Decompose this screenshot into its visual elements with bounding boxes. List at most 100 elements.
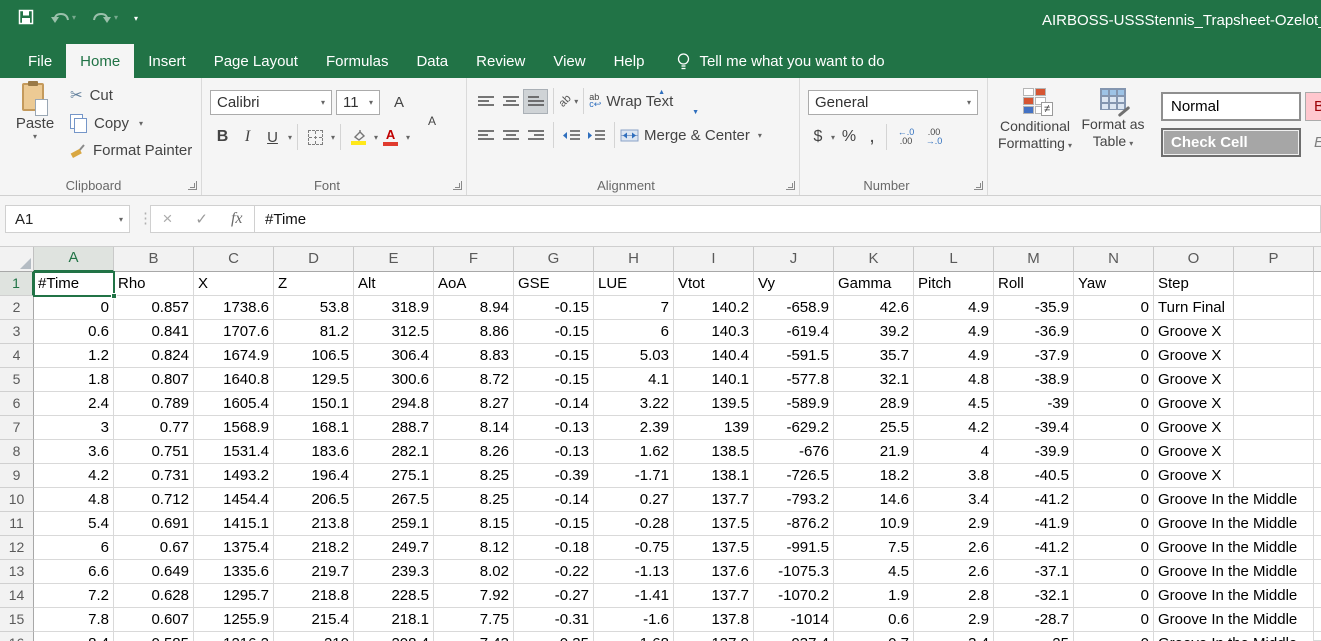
- cell-E3[interactable]: 312.5: [354, 320, 434, 344]
- cell-D1[interactable]: Z: [274, 272, 354, 296]
- cell-K1[interactable]: Gamma: [834, 272, 914, 296]
- row-header-14[interactable]: 14: [0, 584, 34, 608]
- cell-M5[interactable]: -38.9: [994, 368, 1074, 392]
- cell-A12[interactable]: 6: [34, 536, 114, 560]
- font-color-dropdown[interactable]: ▾: [406, 133, 410, 142]
- cell-C7[interactable]: 1568.9: [194, 416, 274, 440]
- tell-me-box[interactable]: Tell me what you want to do: [676, 44, 884, 78]
- cell-K16[interactable]: -0.7: [834, 632, 914, 641]
- cell-B3[interactable]: 0.841: [114, 320, 194, 344]
- name-box-dropdown-icon[interactable]: ▾: [119, 215, 123, 224]
- column-header-C[interactable]: C: [194, 247, 274, 272]
- row-header-9[interactable]: 9: [0, 464, 34, 488]
- cell-A5[interactable]: 1.8: [34, 368, 114, 392]
- cell-N1[interactable]: Yaw: [1074, 272, 1154, 296]
- cell-B1[interactable]: Rho: [114, 272, 194, 296]
- cell-O11[interactable]: Groove In the Middle: [1154, 512, 1234, 536]
- cell-M2[interactable]: -35.9: [994, 296, 1074, 320]
- cell-D3[interactable]: 81.2: [274, 320, 354, 344]
- number-format-select[interactable]: General▾: [808, 90, 978, 115]
- font-color-button[interactable]: A: [378, 125, 403, 150]
- select-all-corner[interactable]: [0, 247, 34, 272]
- cell-O16[interactable]: Groove In the Middle: [1154, 632, 1234, 641]
- cell-G12[interactable]: -0.18: [514, 536, 594, 560]
- cell-F6[interactable]: 8.27: [434, 392, 514, 416]
- cell-H15[interactable]: -1.6: [594, 608, 674, 632]
- cell-I4[interactable]: 140.4: [674, 344, 754, 368]
- cell-A8[interactable]: 3.6: [34, 440, 114, 464]
- cell-I9[interactable]: 138.1: [674, 464, 754, 488]
- cell-F15[interactable]: 7.75: [434, 608, 514, 632]
- column-header-O[interactable]: O: [1154, 247, 1234, 272]
- italic-button[interactable]: I: [235, 125, 260, 150]
- cell-E7[interactable]: 288.7: [354, 416, 434, 440]
- cell-J10[interactable]: -793.2: [754, 488, 834, 512]
- cell-A6[interactable]: 2.4: [34, 392, 114, 416]
- cell-L1[interactable]: Pitch: [914, 272, 994, 296]
- cell-K7[interactable]: 25.5: [834, 416, 914, 440]
- format-painter-button[interactable]: Format Painter: [70, 142, 192, 159]
- cell-E12[interactable]: 249.7: [354, 536, 434, 560]
- cell-F12[interactable]: 8.12: [434, 536, 514, 560]
- cell-M16[interactable]: -25: [994, 632, 1074, 641]
- cell-E8[interactable]: 282.1: [354, 440, 434, 464]
- tab-insert[interactable]: Insert: [134, 44, 200, 78]
- cell-A14[interactable]: 7.2: [34, 584, 114, 608]
- cell-N10[interactable]: 0: [1074, 488, 1154, 512]
- cell-L13[interactable]: 2.6: [914, 560, 994, 584]
- cell-I13[interactable]: 137.6: [674, 560, 754, 584]
- cell-H2[interactable]: 7: [594, 296, 674, 320]
- cell-J14[interactable]: -1070.2: [754, 584, 834, 608]
- cell-E13[interactable]: 239.3: [354, 560, 434, 584]
- cell-B4[interactable]: 0.824: [114, 344, 194, 368]
- cell-E9[interactable]: 275.1: [354, 464, 434, 488]
- cell-J2[interactable]: -658.9: [754, 296, 834, 320]
- cell-I2[interactable]: 140.2: [674, 296, 754, 320]
- cell-G13[interactable]: -0.22: [514, 560, 594, 584]
- currency-format-button[interactable]: $: [808, 125, 828, 150]
- column-header-N[interactable]: N: [1074, 247, 1154, 272]
- column-header-E[interactable]: E: [354, 247, 434, 272]
- cell-H10[interactable]: 0.27: [594, 488, 674, 512]
- cell-F8[interactable]: 8.26: [434, 440, 514, 464]
- cell-H3[interactable]: 6: [594, 320, 674, 344]
- insert-function-icon[interactable]: fx: [231, 210, 243, 228]
- cell-K12[interactable]: 7.5: [834, 536, 914, 560]
- cell-C11[interactable]: 1415.1: [194, 512, 274, 536]
- cell-L15[interactable]: 2.9: [914, 608, 994, 632]
- tab-view[interactable]: View: [539, 44, 599, 78]
- cell-D2[interactable]: 53.8: [274, 296, 354, 320]
- cell-N8[interactable]: 0: [1074, 440, 1154, 464]
- cell-O14[interactable]: Groove In the Middle: [1154, 584, 1234, 608]
- cell-N15[interactable]: 0: [1074, 608, 1154, 632]
- cell-A16[interactable]: 8.4: [34, 632, 114, 641]
- cell-A3[interactable]: 0.6: [34, 320, 114, 344]
- cell-N13[interactable]: 0: [1074, 560, 1154, 584]
- cell-P7[interactable]: [1234, 416, 1314, 440]
- cell-F1[interactable]: AoA: [434, 272, 514, 296]
- cell-O8[interactable]: Groove X: [1154, 440, 1234, 464]
- cell-G8[interactable]: -0.13: [514, 440, 594, 464]
- cell-N9[interactable]: 0: [1074, 464, 1154, 488]
- cell-N16[interactable]: 0: [1074, 632, 1154, 641]
- increase-decimal-button[interactable]: ←.0.00: [892, 125, 920, 150]
- cell-O12[interactable]: Groove In the Middle: [1154, 536, 1234, 560]
- cell-E14[interactable]: 228.5: [354, 584, 434, 608]
- cell-G1[interactable]: GSE: [514, 272, 594, 296]
- cell-O1[interactable]: Step: [1154, 272, 1234, 296]
- tab-review[interactable]: Review: [462, 44, 539, 78]
- column-header-M[interactable]: M: [994, 247, 1074, 272]
- tab-data[interactable]: Data: [402, 44, 462, 78]
- style-bad[interactable]: Ba: [1305, 92, 1321, 121]
- cell-E6[interactable]: 294.8: [354, 392, 434, 416]
- cell-G2[interactable]: -0.15: [514, 296, 594, 320]
- cell-H9[interactable]: -1.71: [594, 464, 674, 488]
- redo-dropdown-icon[interactable]: ▾: [114, 13, 118, 22]
- cell-O10[interactable]: Groove In the Middle: [1154, 488, 1234, 512]
- cell-F4[interactable]: 8.83: [434, 344, 514, 368]
- cell-N4[interactable]: 0: [1074, 344, 1154, 368]
- decrease-indent-button[interactable]: [559, 123, 584, 148]
- cell-H7[interactable]: 2.39: [594, 416, 674, 440]
- row-header-11[interactable]: 11: [0, 512, 34, 536]
- undo-icon[interactable]: ▾: [50, 10, 76, 25]
